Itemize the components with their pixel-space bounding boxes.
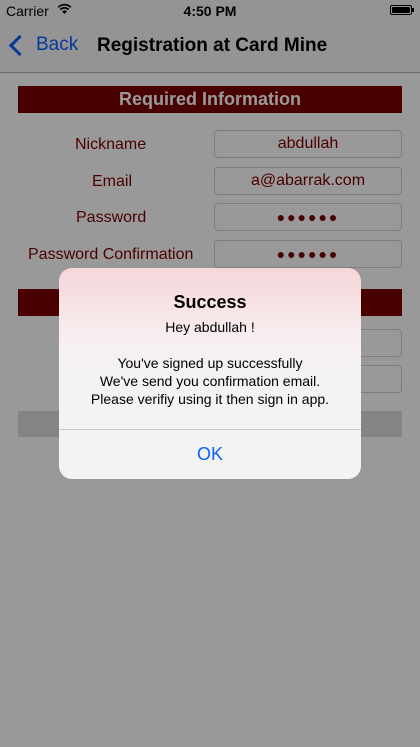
alert-title: Success	[173, 292, 247, 312]
alert-message: Hey abdullah ! You've signed up successf…	[90, 319, 330, 407]
ok-button[interactable]: OK	[59, 430, 361, 479]
success-alert: Success Hey abdullah ! You've signed up …	[59, 268, 361, 479]
